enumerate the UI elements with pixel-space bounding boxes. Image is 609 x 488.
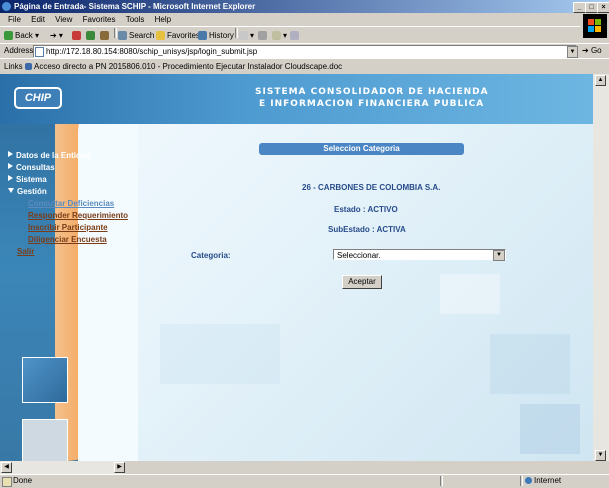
search-button[interactable]: Search xyxy=(118,27,154,44)
page-content: CHIP SISTEMA CONSOLIDADOR DE HACIENDA E … xyxy=(0,74,593,461)
nav-consultar-deficiencias[interactable]: Consultar Deficiencias xyxy=(28,198,128,210)
menu-favorites[interactable]: Favorites xyxy=(83,15,116,24)
estado-text: Estado : ACTIVO xyxy=(334,205,398,214)
left-panel xyxy=(0,74,138,461)
scroll-right-icon[interactable]: ▶ xyxy=(114,462,125,473)
toolbar: Back ▾ ➔ ▾ Search Favorites History ▾ ▾ xyxy=(0,26,580,44)
status-text: Done xyxy=(13,476,33,485)
scroll-up-icon[interactable]: ▲ xyxy=(595,75,606,86)
header-banner: CHIP SISTEMA CONSOLIDADOR DE HACIENDA E … xyxy=(0,74,593,124)
vertical-scrollbar[interactable]: ▲ ▼ xyxy=(593,74,609,461)
menu-tools[interactable]: Tools xyxy=(126,15,145,24)
links-item[interactable]: Acceso directo a PN 2015806.010 - Proced… xyxy=(25,62,342,71)
close-button[interactable]: × xyxy=(597,2,609,13)
ie-icon xyxy=(2,2,11,11)
window-title: Página de Entrada- Sistema SCHIP - Micro… xyxy=(14,2,256,11)
forward-button[interactable]: ➔ ▾ xyxy=(50,27,63,44)
mail-icon[interactable]: ▾ xyxy=(239,27,254,44)
print-icon[interactable] xyxy=(258,27,269,44)
favorites-button[interactable]: Favorites xyxy=(156,27,200,44)
scroll-left-icon[interactable]: ◀ xyxy=(1,462,12,473)
nav-diligenciar-encuesta[interactable]: Diligenciar Encuesta xyxy=(28,234,128,246)
back-button[interactable]: Back ▾ xyxy=(4,27,39,44)
page-status-icon xyxy=(2,477,12,487)
status-bar: Done Internet xyxy=(0,474,609,488)
menu-file[interactable]: File xyxy=(8,15,21,24)
category-select[interactable]: Seleccionar. ▼ xyxy=(333,249,506,261)
address-input[interactable]: http://172.18.80.154:8080/schip_unisys/j… xyxy=(33,45,577,58)
subestado-text: SubEstado : ACTIVA xyxy=(328,225,406,234)
category-label: Categoria: xyxy=(191,251,231,260)
links-bar: Links Acceso directo a PN 2015806.010 - … xyxy=(0,58,609,75)
nav-inscribir-participante[interactable]: Inscribir Participante xyxy=(28,222,128,234)
links-label: Links xyxy=(4,62,23,71)
discuss-icon[interactable] xyxy=(290,27,301,44)
nav-sistema[interactable]: Sistema xyxy=(8,174,128,186)
nav-datos-entidad[interactable]: Datos de la Entidad xyxy=(8,150,128,162)
edit-icon[interactable]: ▾ xyxy=(272,27,287,44)
search-icon xyxy=(118,31,127,41)
left-nav: Datos de la Entidad Consultas Sistema Ge… xyxy=(8,150,128,258)
chip-logo: CHIP xyxy=(14,87,62,109)
history-button[interactable]: History xyxy=(198,27,234,44)
decor-square xyxy=(22,357,68,403)
windows-logo-icon xyxy=(583,14,607,38)
address-dropdown-icon[interactable]: ▼ xyxy=(567,46,578,58)
zone-text: Internet xyxy=(534,476,562,485)
scroll-down-icon[interactable]: ▼ xyxy=(595,450,606,461)
address-label: Address xyxy=(4,46,34,55)
nav-consultas[interactable]: Consultas xyxy=(8,162,128,174)
menu-edit[interactable]: Edit xyxy=(31,15,45,24)
menu-view[interactable]: View xyxy=(55,15,72,24)
title-bar: Página de Entrada- Sistema SCHIP - Micro… xyxy=(0,0,609,13)
menu-help[interactable]: Help xyxy=(155,15,171,24)
go-button[interactable]: ➔ Go xyxy=(582,46,602,55)
doc-icon xyxy=(25,63,32,71)
refresh-icon[interactable] xyxy=(86,27,97,44)
internet-zone-icon xyxy=(525,477,532,484)
horizontal-scrollbar[interactable]: ◀ ▶ xyxy=(0,461,125,474)
accept-button[interactable]: Aceptar xyxy=(342,275,382,289)
stop-icon[interactable] xyxy=(72,27,83,44)
page-icon xyxy=(35,46,44,57)
favorites-icon xyxy=(156,31,165,41)
nav-gestion[interactable]: Gestión xyxy=(8,186,128,198)
entity-name: 26 - CARBONES DE COLOMBIA S.A. xyxy=(302,183,441,192)
section-heading: Seleccion Categoria xyxy=(259,143,464,155)
chevron-down-icon[interactable]: ▼ xyxy=(493,250,505,261)
history-icon xyxy=(198,31,207,41)
menu-bar: File Edit View Favorites Tools Help xyxy=(0,13,609,38)
nav-salir[interactable]: Salir xyxy=(17,246,128,258)
address-bar: Address http://172.18.80.154:8080/schip_… xyxy=(0,43,609,59)
back-arrow-icon xyxy=(4,31,13,41)
decor-square xyxy=(22,419,68,461)
nav-responder-requerimiento[interactable]: Responder Requerimiento xyxy=(28,210,128,222)
system-title: SISTEMA CONSOLIDADOR DE HACIENDA E INFOR… xyxy=(255,87,489,109)
home-icon[interactable] xyxy=(100,27,111,44)
